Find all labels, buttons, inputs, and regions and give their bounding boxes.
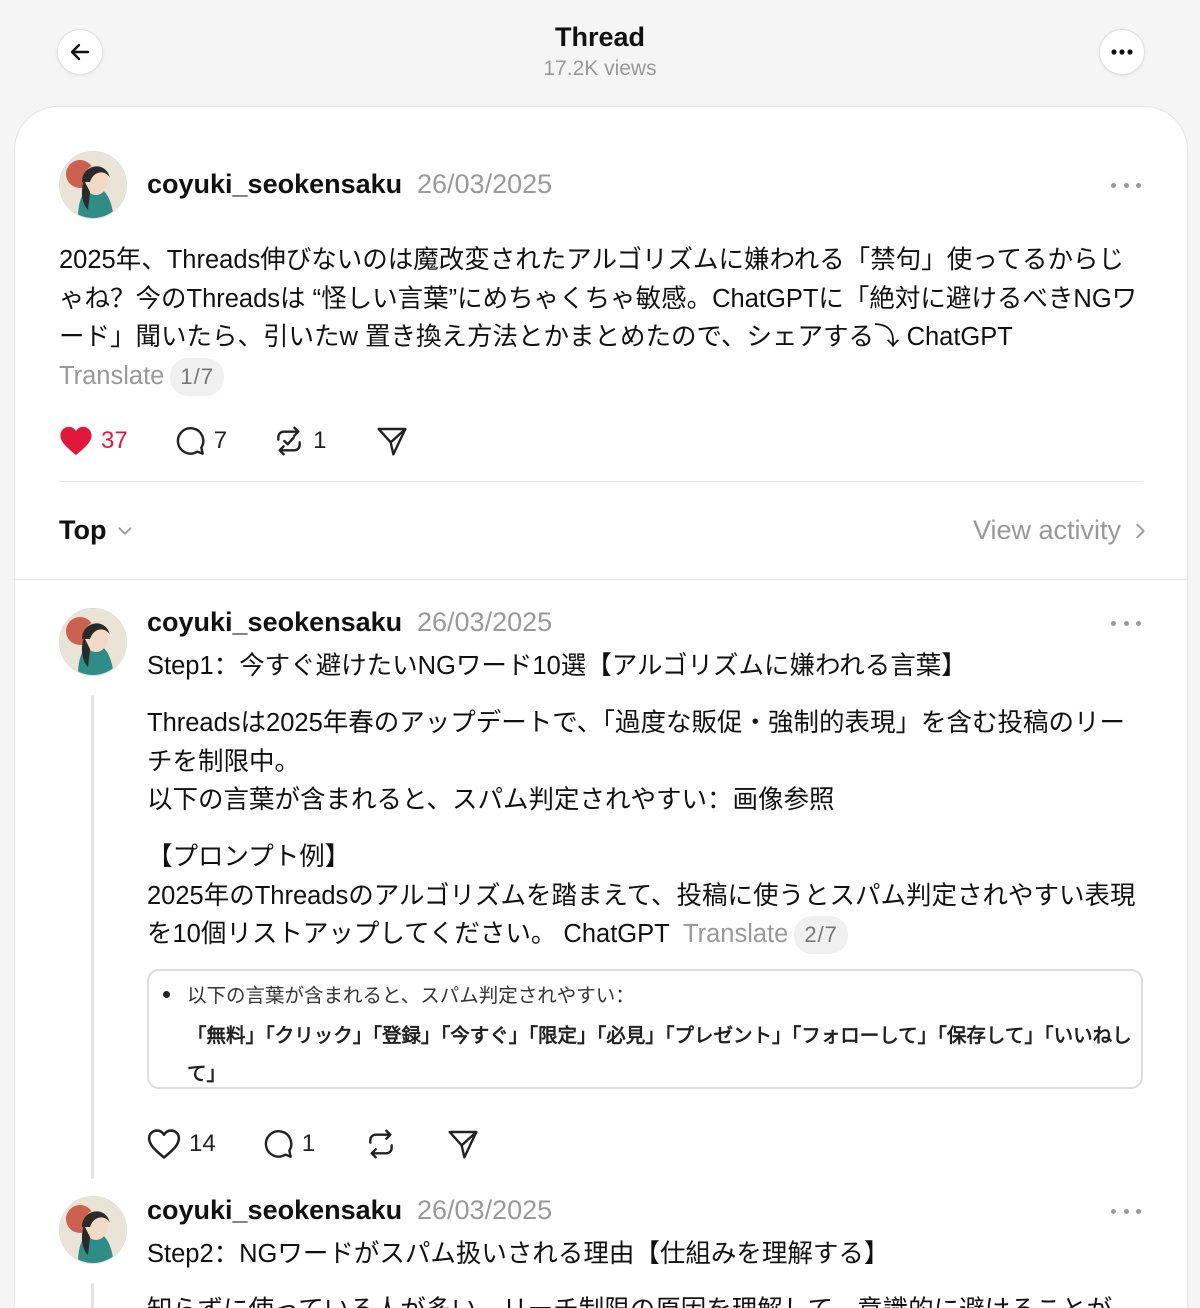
reply-more-icon[interactable] <box>1111 1206 1141 1216</box>
quote-box: 以下の言葉が含まれると、スパム判定されやすい： 「無料」「クリック」「登録」「今… <box>147 969 1143 1089</box>
like-count: 14 <box>189 1130 216 1157</box>
avatar[interactable] <box>59 151 127 219</box>
avatar[interactable] <box>59 608 127 676</box>
view-activity-label: View activity <box>972 515 1121 545</box>
reply-prompt-text: 【プロンプト例】 2025年のThreadsのアルゴリズムを踏まえて、投稿に使う… <box>147 843 1136 948</box>
thread-header: Thread 17.2K views <box>0 0 1200 106</box>
ellipsis-icon <box>1111 49 1133 55</box>
share-button[interactable] <box>447 1128 479 1160</box>
thread-connector <box>91 1283 94 1308</box>
paper-plane-icon <box>448 1130 478 1159</box>
translate-link[interactable]: Translate <box>683 920 788 948</box>
page-title: Thread <box>554 22 646 52</box>
reply-count: 1 <box>301 1130 316 1157</box>
post-more-icon[interactable] <box>1111 180 1141 190</box>
like-count: 37 <box>101 427 128 454</box>
reply-date: 26/03/2025 <box>417 607 553 637</box>
chevron-right-icon <box>1136 523 1145 538</box>
reply-button[interactable]: 1 <box>262 1128 315 1160</box>
reply-paragraph: Threadsは2025年春のアップデートで、「過度な販促・強制的表現」を含む投… <box>147 709 1126 814</box>
chevron-down-icon <box>119 526 132 535</box>
reply-paragraph: 知らずに使っている人が多い。リーチ制限の原因を理解して、意識的に避けることが <box>147 1291 1187 1308</box>
speech-bubble-icon <box>264 1130 293 1158</box>
divider <box>15 579 1187 580</box>
post-text: 2025年、Threads伸びないのは魔改変されたアルゴリズムに嫌われる「禁句」… <box>59 246 1138 351</box>
avatar-image <box>60 152 126 218</box>
quote-line: 「無料」「クリック」「登録」「今すぐ」「限定」「必見」「プレゼント」「フォローし… <box>187 1025 1132 1085</box>
repost-icon <box>369 1129 393 1159</box>
post-body: 2025年、Threads伸びないのは魔改変されたアルゴリズムに嫌われる「禁句」… <box>59 241 1149 396</box>
sort-selector[interactable]: Top <box>59 515 136 546</box>
quote-line: 以下の言葉が含まれると、スパム判定されやすい： <box>187 985 635 1007</box>
page-indicator: 1/7 <box>170 357 224 396</box>
view-count: 17.2K views <box>543 57 657 80</box>
reply-count: 7 <box>213 427 228 454</box>
thread-connector <box>91 695 94 1179</box>
like-button[interactable]: 37 <box>59 425 128 457</box>
translate-link[interactable]: Translate <box>59 362 164 390</box>
repost-button[interactable] <box>365 1128 397 1160</box>
post-username[interactable]: coyuki_seokensaku <box>147 169 402 200</box>
thread-card: coyuki_seokensaku 26/03/2025 2025年、Threa… <box>14 106 1188 1308</box>
reply-title-line: Step1：今すぐ避けたいNGワード10選【アルゴリズムに嫌われる言葉】 <box>147 652 967 680</box>
sort-label: Top <box>59 515 107 545</box>
view-activity-link[interactable]: View activity <box>973 515 1151 546</box>
reply-actions: 14 1 <box>147 1124 479 1164</box>
more-options-button[interactable] <box>1099 29 1145 75</box>
bullet <box>163 991 170 998</box>
post-date: 26/03/2025 <box>417 169 553 199</box>
heart-icon <box>147 1129 181 1159</box>
reply-button[interactable]: 7 <box>174 425 227 457</box>
reply-username[interactable]: coyuki_seokensaku <box>147 607 402 638</box>
repost-icon <box>277 426 301 456</box>
avatar-image <box>60 609 126 675</box>
reply-paragraph: 【プロンプト例】 2025年のThreadsのアルゴリズムを踏まえて、投稿に使う… <box>147 838 1147 954</box>
divider <box>59 481 1143 482</box>
paper-plane-icon <box>377 427 407 456</box>
reply-more-icon[interactable] <box>1111 618 1141 628</box>
heart-icon <box>60 426 92 456</box>
speech-bubble-icon <box>176 427 205 455</box>
repost-button[interactable]: 1 <box>273 425 326 457</box>
share-button[interactable] <box>376 425 408 457</box>
reply-title-line: Step2：NGワードがスパム扱いされる理由【仕組みを理解する】 <box>147 1240 890 1268</box>
like-button[interactable]: 14 <box>147 1128 216 1160</box>
avatar[interactable] <box>59 1196 127 1264</box>
post-actions: 37 7 1 <box>59 421 408 461</box>
repost-count: 1 <box>313 427 327 454</box>
avatar-image <box>60 1197 126 1263</box>
reply-date: 26/03/2025 <box>417 1195 553 1225</box>
page-indicator: 2/7 <box>794 916 848 954</box>
reply-username[interactable]: coyuki_seokensaku <box>147 1195 402 1226</box>
